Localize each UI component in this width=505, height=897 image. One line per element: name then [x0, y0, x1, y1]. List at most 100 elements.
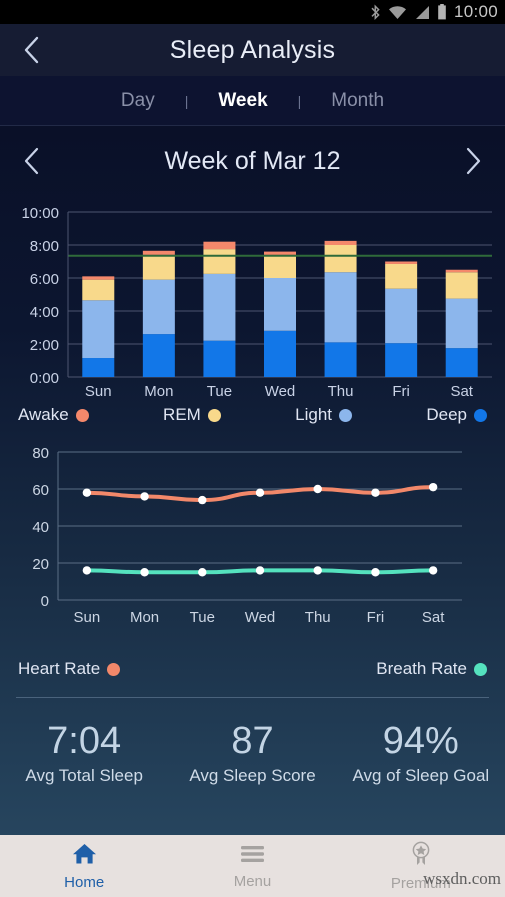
line-data-point [255, 488, 265, 497]
legend-item-light: Light [295, 405, 353, 425]
line-data-point [140, 568, 149, 577]
status-bar: 10:00 [0, 0, 505, 24]
tab-month[interactable]: Month [327, 90, 388, 112]
tab-day[interactable]: Day [117, 90, 159, 112]
bar-segment [203, 241, 236, 250]
watermark: wsxdn.com [423, 869, 501, 888]
legend-dot-breath-rate [474, 662, 487, 676]
nav-item-menu[interactable]: Menu [168, 843, 336, 890]
summary-label: Avg Total Sleep [25, 766, 143, 785]
legend-dot-awake [75, 408, 89, 422]
bar-segment [264, 330, 296, 377]
bar-segment [445, 298, 478, 349]
tab-separator-1: | [184, 92, 189, 109]
line-y-tick-label: 60 [32, 482, 49, 499]
legend-label-awake: Awake [18, 405, 69, 424]
legend-item-deep: Deep [426, 405, 487, 425]
summary-label: Avg of Sleep Goal [352, 766, 490, 785]
bar-segment [264, 251, 296, 255]
bar-segment [324, 272, 357, 343]
line-data-point [140, 492, 149, 501]
nav-item-home[interactable]: Home [0, 842, 168, 891]
line-data-point [428, 482, 438, 492]
status-bar-clock: 10:00 [453, 2, 498, 21]
chevron-right-icon [466, 147, 481, 175]
legend-item-awake: Awake [18, 405, 89, 425]
summary-avg-of-sleep-goal: 94% Avg of Sleep Goal [337, 720, 505, 786]
summary-label: Avg Sleep Score [189, 766, 316, 785]
bar-y-tick-label: 4:00 [30, 304, 59, 321]
app-screen: 10:00 Sleep Analysis Day | Week | Month … [0, 0, 505, 897]
line-x-tick-label: Sat [422, 609, 445, 626]
sleep-stages-bar-chart: 0:00 2:00 4:00 6:00 8:00 10:00 Sun Mon Tue Wed Thu… [0, 196, 505, 396]
line-x-tick-label: Mon [130, 609, 159, 626]
vitals-line-chart: 0 20 40 60 80 Sun Mon Tue Wed Thu Fri Sat [0, 434, 505, 649]
bar-segment [445, 269, 478, 273]
legend-label-deep: Deep [426, 405, 467, 424]
bar-segment [203, 273, 236, 341]
legend-label-heart-rate: Heart Rate [18, 659, 101, 678]
summary-avg-sleep-score: 87 Avg Sleep Score [168, 720, 336, 786]
bar-x-tick-label: Sat [450, 383, 473, 396]
bar-x-tick-label: Mon [144, 383, 173, 396]
line-y-tick-label: 0 [41, 593, 49, 610]
bar-y-tick-label: 8:00 [30, 238, 59, 255]
legend-label-breath-rate: Breath Rate [376, 659, 467, 678]
next-week-button[interactable] [453, 126, 493, 196]
bar-segment [445, 348, 478, 377]
bar-segment [264, 254, 296, 278]
summary-value: 7:04 [47, 720, 122, 762]
line-x-tick-label: Sun [74, 609, 101, 626]
summary-avg-total-sleep: 7:04 Avg Total Sleep [0, 720, 168, 786]
bar-segment [142, 254, 175, 280]
hamburger-menu-icon [239, 843, 266, 870]
legend-dot-deep [474, 408, 487, 422]
tab-week[interactable]: Week [214, 90, 271, 112]
bar-x-tick-label: Tue [207, 383, 232, 396]
bar-y-tick-label: 6:00 [30, 271, 59, 288]
line-data-point [428, 566, 438, 575]
app-header: Sleep Analysis [0, 24, 505, 76]
bar-segment [142, 250, 175, 255]
line-data-point [313, 484, 322, 494]
range-tab-bar: Day | Week | Month [0, 76, 505, 126]
bar-segment [82, 358, 115, 377]
bottom-navigation-bar: Home Menu Premium wsxdn.com [0, 835, 505, 897]
legend-dot-light [339, 408, 353, 422]
back-button[interactable] [10, 24, 54, 76]
bar-segment [142, 279, 175, 335]
chevron-left-icon [24, 36, 39, 64]
legend-item-breath-rate: Breath Rate [376, 659, 487, 679]
bar-segment [324, 342, 357, 377]
chevron-left-icon [24, 147, 39, 175]
line-y-tick-label: 40 [32, 519, 49, 536]
bar-segment [445, 272, 478, 299]
summary-value: 94% [382, 720, 459, 762]
line-data-point [371, 488, 380, 497]
summary-value: 87 [231, 720, 274, 762]
bar-x-tick-label: Sun [85, 383, 112, 396]
legend-label-rem: REM [163, 405, 201, 424]
summary-stats: 7:04 Avg Total Sleep 87 Avg Sleep Score … [0, 698, 505, 786]
bar-y-tick-label: 10:00 [21, 205, 59, 222]
bar-segment [385, 343, 418, 377]
week-navigator: Week of Mar 12 [0, 126, 505, 196]
line-data-point [82, 488, 92, 497]
bar-segment [324, 245, 357, 273]
bar-segment [385, 261, 418, 264]
line-data-point [313, 566, 322, 575]
bar-segment [82, 276, 115, 280]
previous-week-button[interactable] [12, 126, 52, 196]
cell-signal-icon [414, 5, 430, 20]
nav-label-home: Home [64, 873, 105, 891]
line-data-point [371, 568, 380, 577]
bar-y-tick-label: 2:00 [30, 337, 59, 354]
bar-segment [385, 288, 418, 344]
bar-segment [203, 249, 236, 274]
legend-dot-rem [207, 408, 221, 422]
bar-x-tick-label: Fri [392, 383, 410, 396]
line-data-point [198, 568, 207, 577]
home-icon [71, 842, 98, 871]
bar-segment [203, 340, 236, 377]
wifi-icon [388, 5, 407, 20]
